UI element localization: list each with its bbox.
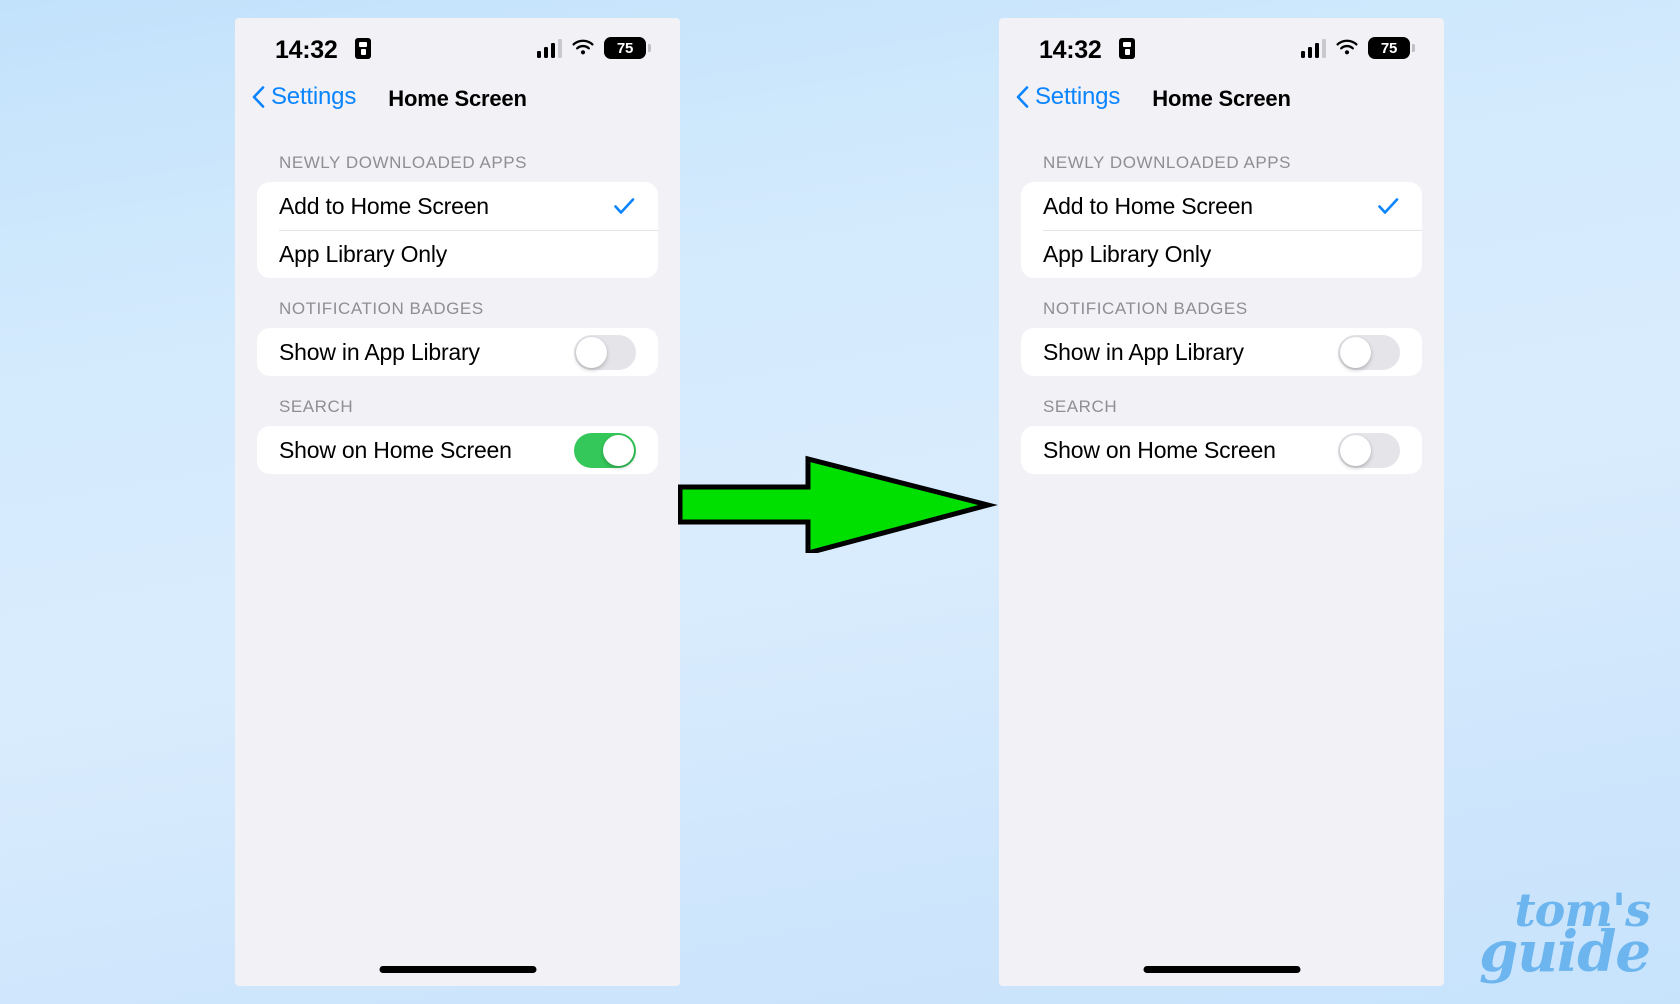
cellular-signal-icon <box>536 38 562 58</box>
phone-screenshot-after: 14:32 75 Settings Home Screen NEWLY DOWN… <box>999 18 1444 986</box>
row-label: Show on Home Screen <box>1043 436 1276 463</box>
status-indicators: 75 <box>1300 37 1415 59</box>
lock-icon <box>1119 38 1135 59</box>
status-bar: 14:32 75 <box>999 18 1444 80</box>
phone-screenshot-before: 14:32 75 Settings Home Screen NEWLY DOWN… <box>235 18 680 986</box>
row-show-on-home-screen[interactable]: Show on Home Screen <box>257 426 658 474</box>
battery-indicator: 75 <box>1368 37 1415 59</box>
group-notification-badges: Show in App Library <box>257 328 658 376</box>
battery-level-text: 75 <box>616 39 634 57</box>
row-show-in-app-library[interactable]: Show in App Library <box>1021 328 1422 376</box>
status-indicators: 75 <box>536 37 651 59</box>
row-label: App Library Only <box>279 240 448 267</box>
row-app-library-only[interactable]: App Library Only <box>1021 230 1422 278</box>
checkmark-icon <box>614 198 635 214</box>
row-accessory <box>574 432 636 468</box>
settings-content: NEWLY DOWNLOADED APPS Add to Home Screen… <box>235 132 680 474</box>
group-notification-badges: Show in App Library <box>1021 328 1422 376</box>
section-header-newly-downloaded-apps: NEWLY DOWNLOADED APPS <box>279 153 528 172</box>
row-accessory <box>1338 334 1400 370</box>
row-label: Add to Home Screen <box>279 192 489 219</box>
row-app-library-only[interactable]: App Library Only <box>257 230 658 278</box>
right-arrow-icon <box>677 455 998 557</box>
row-label: Show in App Library <box>1043 338 1244 365</box>
row-accessory <box>1376 194 1400 218</box>
status-time: 14:32 <box>1039 36 1102 64</box>
section-header-newly-downloaded-apps: NEWLY DOWNLOADED APPS <box>1043 153 1292 172</box>
battery-indicator: 75 <box>604 37 651 59</box>
battery-level-text: 75 <box>1380 39 1398 57</box>
row-add-to-home-screen[interactable]: Add to Home Screen <box>257 182 658 230</box>
navigation-bar: Settings Home Screen <box>999 80 1444 132</box>
toms-guide-watermark: tom's guide <box>1479 888 1651 986</box>
wifi-icon <box>1336 39 1358 55</box>
status-time: 14:32 <box>275 36 338 64</box>
row-show-on-home-screen[interactable]: Show on Home Screen <box>1021 426 1422 474</box>
page-title: Home Screen <box>388 86 527 111</box>
toggle-knob <box>1340 336 1371 368</box>
wifi-icon <box>572 39 594 55</box>
group-newly-downloaded-apps: Add to Home Screen App Library Only <box>257 182 658 278</box>
toggle-show-on-home-screen[interactable] <box>574 432 636 468</box>
row-accessory <box>1338 432 1400 468</box>
row-label: App Library Only <box>1043 240 1212 267</box>
checkmark-icon <box>1378 198 1399 214</box>
navigation-bar: Settings Home Screen <box>235 80 680 132</box>
toggle-show-in-app-library[interactable] <box>574 334 636 370</box>
home-indicator <box>1143 966 1300 973</box>
group-newly-downloaded-apps: Add to Home Screen App Library Only <box>1021 182 1422 278</box>
row-label: Show on Home Screen <box>279 436 512 463</box>
row-show-in-app-library[interactable]: Show in App Library <box>257 328 658 376</box>
home-indicator <box>379 966 536 973</box>
row-label: Show in App Library <box>279 338 480 365</box>
page-title: Home Screen <box>1152 86 1291 111</box>
group-search: Show on Home Screen <box>257 426 658 474</box>
row-accessory <box>574 334 636 370</box>
status-bar: 14:32 75 <box>235 18 680 80</box>
toggle-knob <box>576 336 607 368</box>
row-accessory <box>612 194 636 218</box>
toggle-knob <box>1340 434 1371 466</box>
group-search: Show on Home Screen <box>1021 426 1422 474</box>
section-header-notification-badges: NOTIFICATION BADGES <box>279 299 484 318</box>
row-label: Add to Home Screen <box>1043 192 1253 219</box>
toggle-knob <box>603 434 634 466</box>
row-add-to-home-screen[interactable]: Add to Home Screen <box>1021 182 1422 230</box>
section-header-notification-badges: NOTIFICATION BADGES <box>1043 299 1248 318</box>
toggle-show-on-home-screen[interactable] <box>1338 432 1400 468</box>
lock-icon <box>355 38 371 59</box>
section-header-search: SEARCH <box>1043 397 1118 416</box>
annotation-arrow <box>677 443 998 557</box>
cellular-signal-icon <box>1300 38 1326 58</box>
watermark-line-2: guide <box>1479 919 1651 986</box>
section-header-search: SEARCH <box>279 397 354 416</box>
toggle-show-in-app-library[interactable] <box>1338 334 1400 370</box>
settings-content: NEWLY DOWNLOADED APPS Add to Home Screen… <box>999 132 1444 474</box>
